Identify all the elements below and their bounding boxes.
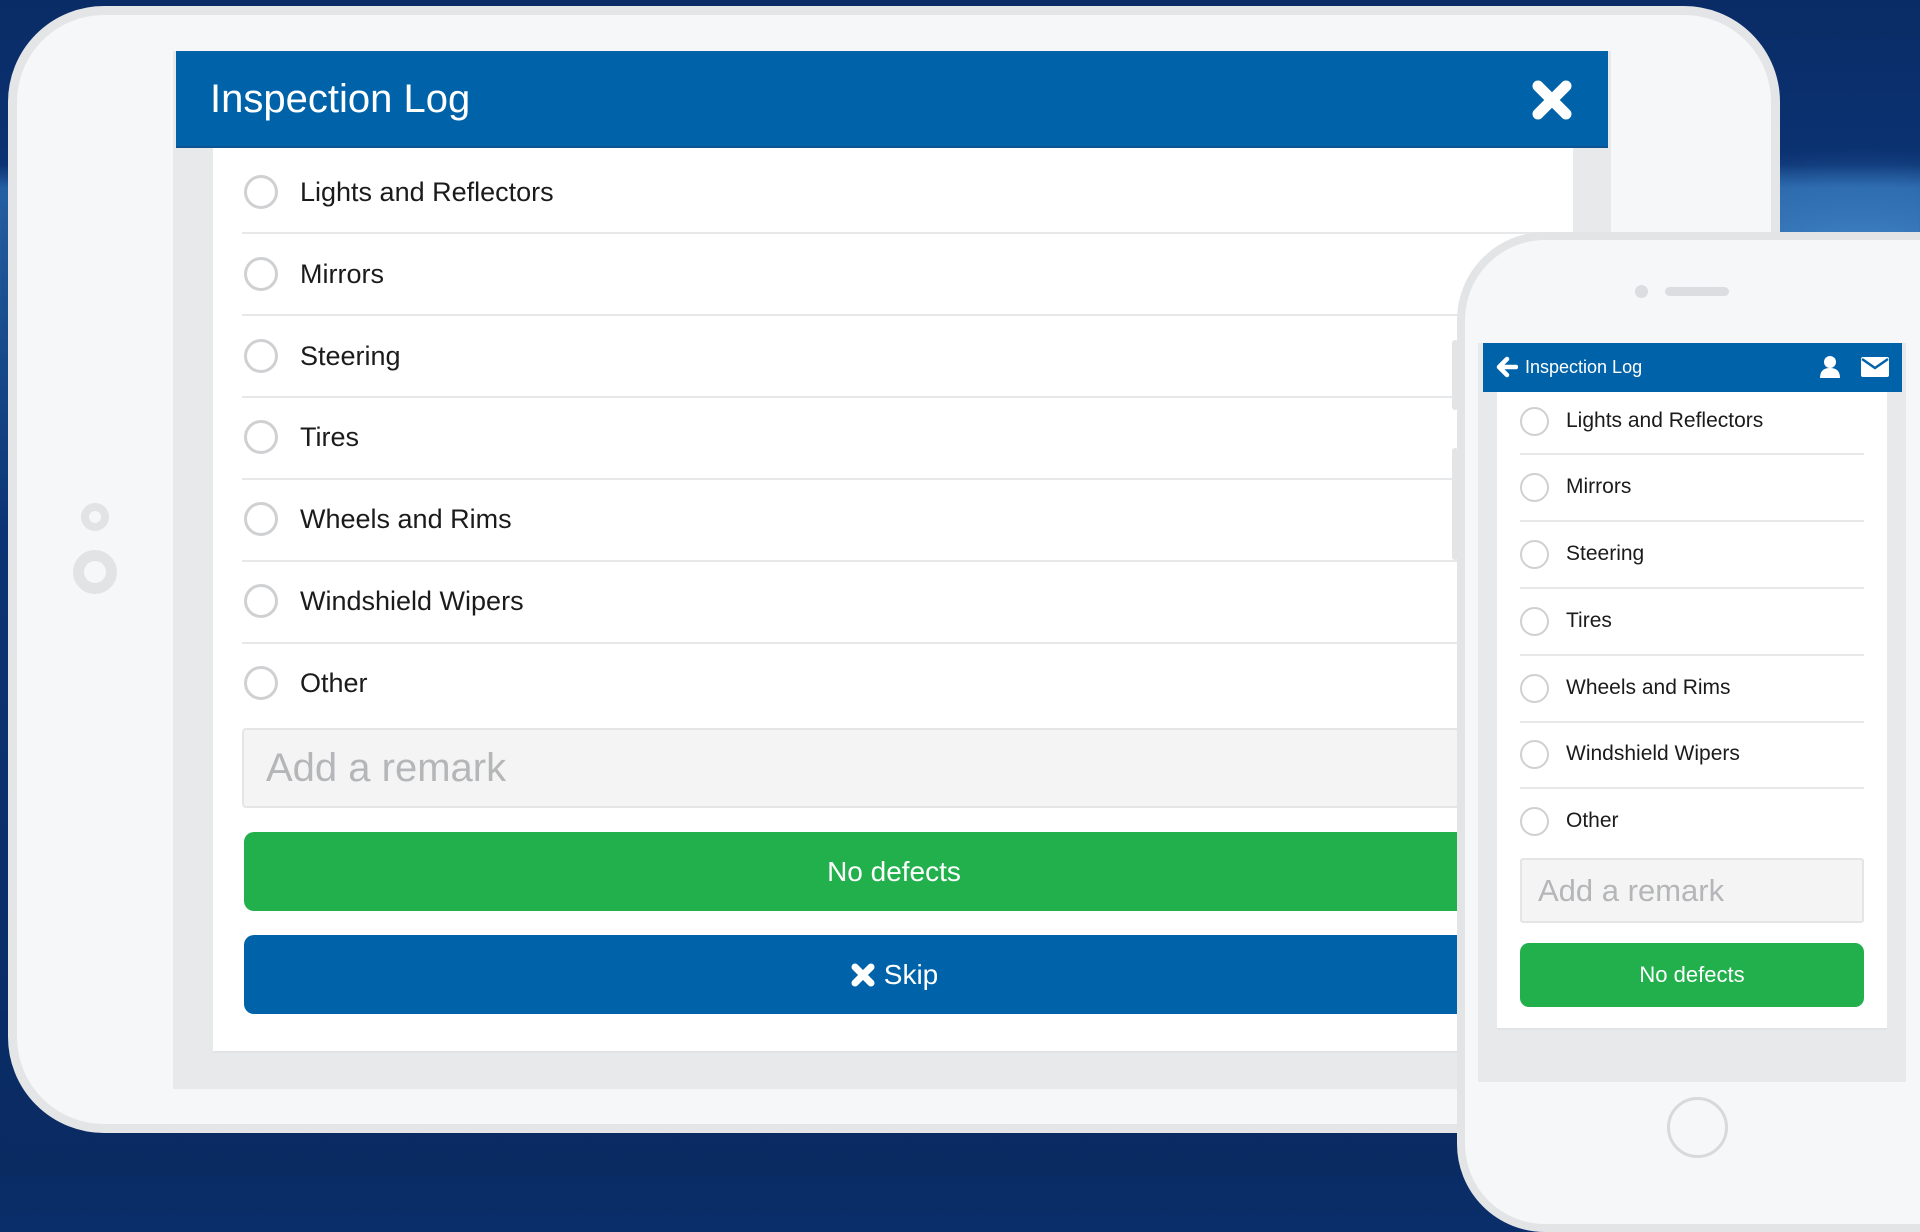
checklist-item-label: Lights and Reflectors <box>1566 409 1764 432</box>
checklist-item-label: Windshield Wipers <box>300 586 524 616</box>
radio-button[interactable] <box>1520 674 1549 703</box>
checklist-item-label: Lights and Reflectors <box>300 177 554 207</box>
arrow-left-icon <box>1496 356 1519 378</box>
radio-button[interactable] <box>1520 740 1549 769</box>
phone-page-title: Inspection Log <box>1525 357 1643 377</box>
tablet-no-defects-button[interactable]: No defects <box>244 832 1544 911</box>
phone-user-button[interactable] <box>1819 355 1841 379</box>
radio-button[interactable] <box>244 175 278 209</box>
checklist-item-label: Mirrors <box>1566 475 1632 498</box>
skip-label: Skip <box>883 958 939 990</box>
radio-button[interactable] <box>1520 473 1549 502</box>
phone-back-button[interactable] <box>1496 356 1519 378</box>
phone-checklist-item[interactable]: Windshield Wipers <box>1520 722 1864 789</box>
checklist-item-label: Wheels and Rims <box>300 504 512 534</box>
phone-checklist-item[interactable]: Wheels and Rims <box>1520 656 1864 723</box>
tablet-checklist-item[interactable]: Windshield Wipers <box>242 562 1542 644</box>
phone-checklist-item[interactable]: Lights and Reflectors <box>1520 388 1864 455</box>
tablet-sensor-icon <box>73 550 117 594</box>
tablet-camera-icon <box>81 503 109 531</box>
radio-button[interactable] <box>244 502 278 536</box>
no-defects-label: No defects <box>827 855 961 887</box>
close-icon <box>851 963 875 986</box>
close-icon <box>1532 80 1572 120</box>
phone-side-button <box>1452 340 1458 410</box>
checklist-item-label: Other <box>300 668 368 698</box>
checklist-item-label: Tires <box>1566 609 1612 632</box>
phone-checklist-item[interactable]: Tires <box>1520 589 1864 656</box>
checklist-item-label: Other <box>1566 809 1619 832</box>
radio-button[interactable] <box>244 339 278 373</box>
checklist-item-label: Steering <box>300 341 401 371</box>
phone-side-button <box>1452 496 1458 560</box>
radio-button[interactable] <box>244 584 278 618</box>
tablet-checklist-item[interactable]: Mirrors <box>242 234 1542 316</box>
tablet-remark-input[interactable] <box>242 728 1542 808</box>
tablet-checklist-item[interactable]: Lights and Reflectors <box>242 152 1542 234</box>
phone-camera-icon <box>1635 285 1648 298</box>
radio-button[interactable] <box>244 257 278 291</box>
no-defects-label: No defects <box>1639 962 1745 987</box>
phone-home-button[interactable] <box>1667 1097 1728 1158</box>
phone-remark-input[interactable] <box>1520 858 1864 923</box>
phone-speaker-icon <box>1665 287 1729 296</box>
user-icon <box>1820 356 1840 378</box>
tablet-close-button[interactable] <box>1530 78 1574 122</box>
phone-checklist-item[interactable]: Steering <box>1520 522 1864 589</box>
phone-no-defects-button[interactable]: No defects <box>1520 943 1864 1007</box>
checklist-item-label: Windshield Wipers <box>1566 742 1740 765</box>
radio-button[interactable] <box>244 666 278 700</box>
checklist-item-label: Wheels and Rims <box>1566 676 1731 699</box>
phone-mail-button[interactable] <box>1861 357 1889 377</box>
radio-button[interactable] <box>244 420 278 454</box>
checklist-item-label: Mirrors <box>300 259 384 289</box>
tablet-checklist-item[interactable]: Other <box>242 644 1542 726</box>
tablet-checklist-item[interactable]: Steering <box>242 316 1542 398</box>
radio-button[interactable] <box>1520 407 1549 436</box>
checklist-item-label: Tires <box>300 422 359 452</box>
radio-button[interactable] <box>1520 807 1549 836</box>
tablet-checklist-item[interactable]: Tires <box>242 398 1542 480</box>
tablet-skip-button[interactable]: Skip <box>244 935 1544 1014</box>
radio-button[interactable] <box>1520 540 1549 569</box>
envelope-icon <box>1861 357 1889 377</box>
tablet-checklist-item[interactable]: Wheels and Rims <box>242 480 1542 562</box>
checklist-item-label: Steering <box>1566 542 1645 565</box>
radio-button[interactable] <box>1520 607 1549 636</box>
tablet-page-title: Inspection Log <box>210 77 471 121</box>
phone-checklist-item[interactable]: Other <box>1520 789 1864 856</box>
phone-checklist-item[interactable]: Mirrors <box>1520 455 1864 522</box>
